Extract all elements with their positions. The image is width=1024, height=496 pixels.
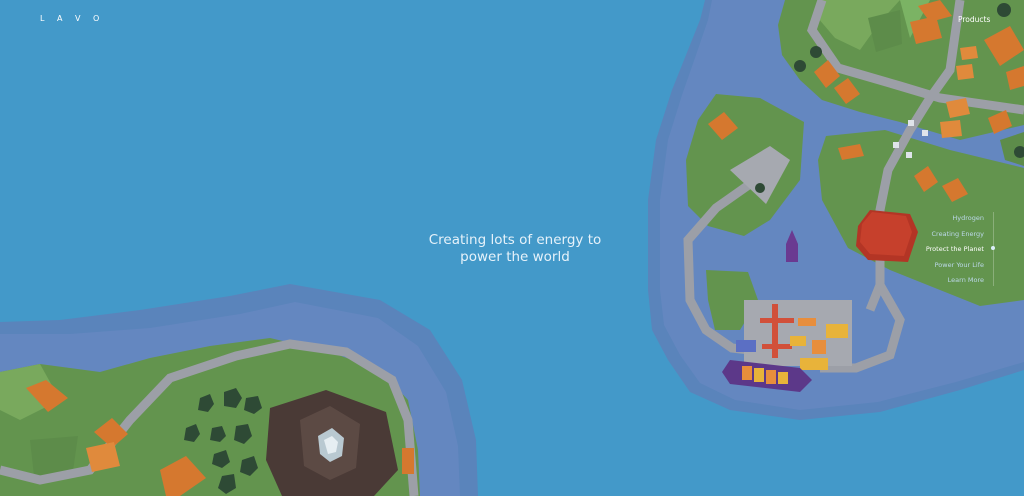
lavo-logo[interactable]: L A V O	[40, 14, 104, 23]
headline-line-1: Creating lots of energy to	[428, 232, 602, 248]
container-stack	[798, 318, 816, 326]
nav-item-hydrogen[interactable]: Hydrogen	[894, 211, 994, 227]
house	[956, 64, 974, 80]
products-link[interactable]: Products	[958, 15, 990, 24]
bridge-marker	[922, 130, 928, 136]
hero-headline: Creating lots of energy to power the wor…	[412, 232, 618, 266]
tree	[794, 60, 806, 72]
island-scene-page: L A V O Products Creating lots of energy…	[0, 0, 1024, 496]
house	[960, 46, 978, 60]
nav-item-learn-more[interactable]: Learn More	[894, 273, 994, 289]
truck	[736, 340, 756, 352]
tree	[755, 183, 765, 193]
truck	[402, 448, 414, 474]
section-nav: Hydrogen Creating Energy Protect the Pla…	[894, 211, 995, 289]
right-island	[648, 0, 1024, 420]
nav-item-creating-energy[interactable]: Creating Energy	[894, 227, 994, 243]
house	[940, 120, 962, 138]
nav-item-protect-the-planet[interactable]: Protect the Planet	[894, 242, 994, 258]
container-stack	[790, 336, 806, 346]
tree	[810, 46, 822, 58]
headline-line-2: power the world	[460, 249, 570, 265]
bridge-marker	[906, 152, 912, 158]
tree	[997, 3, 1011, 17]
nav-item-power-your-life[interactable]: Power Your Life	[894, 258, 994, 274]
container-stack	[826, 324, 848, 338]
container-stack	[812, 340, 826, 354]
bridge-marker	[893, 142, 899, 148]
container-stack	[800, 358, 828, 370]
bridge-marker	[908, 120, 914, 126]
